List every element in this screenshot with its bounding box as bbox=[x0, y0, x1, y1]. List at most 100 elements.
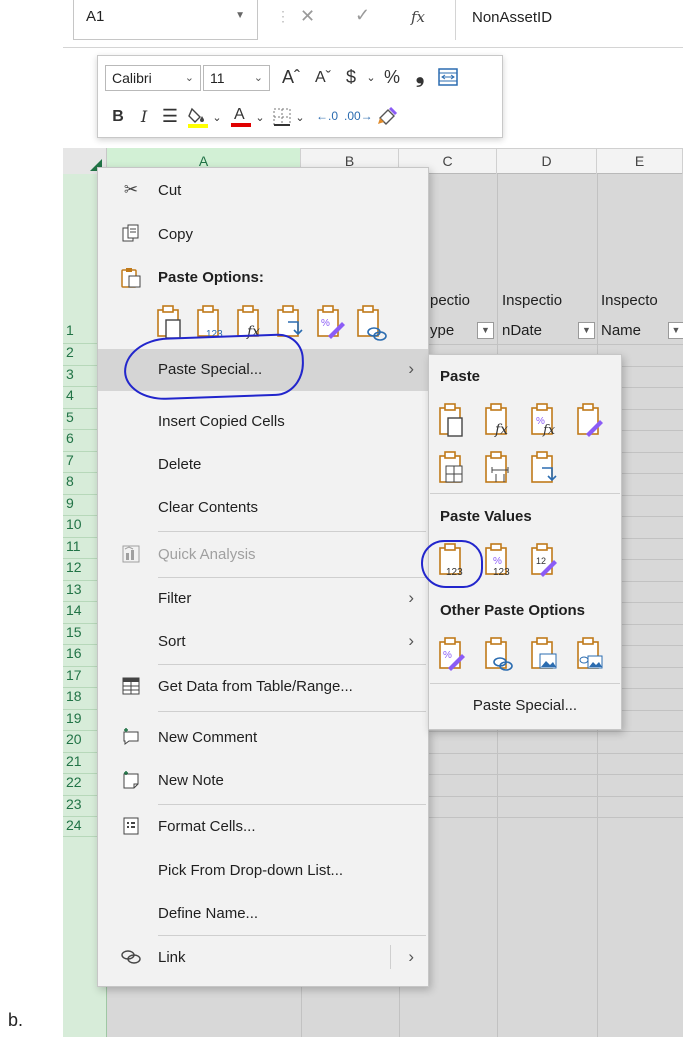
chevron-right-icon: › bbox=[408, 588, 414, 607]
menu-item-get-data[interactable]: Get Data from Table/Range... bbox=[98, 666, 428, 708]
submenu-paste-special-item[interactable]: Paste Special... bbox=[429, 690, 621, 726]
decrease-decimal-icon[interactable]: .00→ bbox=[344, 104, 373, 128]
column-header-d[interactable]: D bbox=[497, 148, 597, 174]
clipboard-icon bbox=[120, 267, 142, 289]
font-name-value: Calibri bbox=[112, 70, 152, 86]
menu-item-label: Filter bbox=[158, 590, 192, 607]
fill-color-icon[interactable] bbox=[186, 105, 210, 129]
menu-separator bbox=[158, 935, 426, 936]
font-size-select[interactable]: 11 ⌄ bbox=[203, 65, 270, 91]
values-number-formatting-icon[interactable]: %123 bbox=[485, 543, 510, 578]
menu-item-label: Pick From Drop-down List... bbox=[158, 862, 344, 879]
filter-dropdown-button[interactable]: ▼ bbox=[477, 322, 494, 339]
chevron-down-icon[interactable]: ⌄ bbox=[254, 106, 266, 130]
menu-item-filter[interactable]: Filter › bbox=[98, 578, 428, 620]
format-painter-icon[interactable] bbox=[376, 104, 400, 128]
column-header-e[interactable]: E bbox=[597, 148, 683, 174]
menu-item-cut[interactable]: ✂ Cut bbox=[98, 170, 428, 212]
format-cells-icon bbox=[120, 816, 142, 838]
comma-style-button[interactable]: ❟ bbox=[410, 63, 430, 87]
linked-picture-icon[interactable] bbox=[577, 637, 603, 669]
menu-item-pick-from-list[interactable]: Pick From Drop-down List... bbox=[98, 850, 428, 892]
name-box-value: A1 bbox=[86, 8, 105, 25]
paste-options-label: Paste Options: bbox=[158, 269, 264, 286]
chevron-right-icon[interactable]: › bbox=[408, 947, 414, 967]
cell-d1-text-bottom: nDate bbox=[502, 322, 543, 339]
cell-e1-text-top: Inspecto bbox=[601, 292, 658, 309]
paste-link-icon[interactable] bbox=[357, 305, 387, 341]
link-icon bbox=[120, 947, 142, 969]
insert-function-button[interactable]: fx bbox=[411, 8, 425, 26]
new-note-icon bbox=[120, 770, 142, 792]
svg-text:12: 12 bbox=[536, 556, 546, 566]
paste-formulas-number-format-icon[interactable]: %fx bbox=[531, 403, 556, 438]
menu-separator bbox=[158, 711, 426, 712]
submenu-paste-values-heading: Paste Values bbox=[440, 508, 532, 525]
values-source-formatting-icon[interactable]: 12 bbox=[531, 543, 557, 577]
formula-bar-divider bbox=[455, 0, 456, 40]
menu-item-define-name[interactable]: Define Name... bbox=[98, 893, 428, 935]
no-borders-icon[interactable] bbox=[439, 451, 463, 483]
borders-icon[interactable] bbox=[272, 107, 292, 127]
menu-separator bbox=[430, 493, 620, 494]
percent-format-button[interactable]: % bbox=[380, 65, 404, 89]
svg-text:%: % bbox=[443, 650, 452, 661]
paste-icon[interactable] bbox=[157, 305, 181, 339]
menu-separator bbox=[158, 664, 426, 665]
menu-item-copy[interactable]: Copy bbox=[98, 214, 428, 256]
annotation-circle bbox=[421, 540, 483, 588]
currency-format-button[interactable]: $ bbox=[340, 65, 362, 89]
chevron-down-icon[interactable]: ⌄ bbox=[294, 106, 306, 130]
chevron-down-icon[interactable]: ▼ bbox=[235, 10, 245, 21]
menu-item-new-note[interactable]: New Note bbox=[98, 760, 428, 802]
font-name-select[interactable]: Calibri ⌄ bbox=[105, 65, 201, 91]
paste-transpose-icon[interactable] bbox=[531, 451, 557, 483]
align-center-icon[interactable]: ☰ bbox=[159, 104, 181, 128]
font-color-icon[interactable]: A bbox=[230, 104, 252, 128]
cell-d1-text-top: Inspectio bbox=[502, 292, 563, 309]
increase-font-size-button[interactable]: Aˆ bbox=[278, 65, 304, 89]
cancel-icon[interactable]: ✕ bbox=[300, 6, 315, 27]
increase-decimal-icon[interactable]: ←.0 bbox=[314, 104, 340, 128]
merge-center-icon[interactable] bbox=[438, 67, 458, 87]
menu-item-link[interactable]: Link › bbox=[98, 937, 428, 979]
decrease-font-size-button[interactable]: Aˇ bbox=[310, 66, 336, 90]
paste-icon[interactable] bbox=[439, 403, 463, 437]
new-comment-icon bbox=[120, 727, 142, 749]
menu-item-clear-contents[interactable]: Clear Contents bbox=[98, 487, 428, 529]
menu-item-sort[interactable]: Sort › bbox=[98, 621, 428, 663]
submenu-paste-icons: fx % fx bbox=[436, 402, 622, 498]
annotation-circle bbox=[122, 332, 306, 402]
italic-button[interactable]: I bbox=[134, 105, 154, 129]
svg-text:fx: fx bbox=[542, 423, 556, 438]
chevron-down-icon[interactable]: ⌄ bbox=[211, 106, 223, 130]
menu-item-label: Copy bbox=[158, 226, 194, 243]
menu-item-new-comment[interactable]: New Comment bbox=[98, 717, 428, 759]
submenu-other-paste-icons: % bbox=[436, 636, 622, 676]
paste-picture-icon[interactable] bbox=[531, 637, 557, 669]
menu-item-delete[interactable]: Delete bbox=[98, 444, 428, 486]
chevron-down-icon: ⌄ bbox=[184, 72, 194, 84]
filter-dropdown-button[interactable]: ▼ bbox=[668, 322, 683, 339]
enter-check-icon[interactable]: ✓ bbox=[355, 5, 370, 26]
paste-formatting-icon[interactable]: % bbox=[317, 305, 345, 339]
name-box[interactable]: A1 ▼ bbox=[73, 0, 258, 40]
menu-item-label: Link bbox=[158, 949, 186, 966]
svg-text:123: 123 bbox=[493, 567, 510, 578]
menu-item-insert-copied-cells[interactable]: Insert Copied Cells bbox=[98, 401, 428, 443]
paste-transpose-icon[interactable] bbox=[277, 305, 303, 337]
menu-item-label: Format Cells... bbox=[158, 818, 256, 835]
menu-item-format-cells[interactable]: Format Cells... bbox=[98, 806, 428, 848]
caption-label: b. bbox=[8, 1010, 24, 1030]
keep-source-formatting-icon[interactable] bbox=[577, 403, 603, 437]
svg-text:%: % bbox=[493, 556, 502, 567]
paste-formatting-icon[interactable]: % bbox=[439, 637, 465, 671]
chevron-down-icon[interactable]: ⌄ bbox=[364, 66, 378, 90]
keep-column-widths-icon[interactable] bbox=[485, 451, 509, 483]
bold-button[interactable]: B bbox=[108, 105, 128, 129]
menu-item-label: New Note bbox=[158, 772, 224, 789]
paste-formulas-icon[interactable]: fx bbox=[485, 403, 508, 438]
filter-dropdown-button[interactable]: ▼ bbox=[578, 322, 595, 339]
paste-link-icon[interactable] bbox=[485, 637, 513, 671]
formula-input[interactable]: NonAssetID bbox=[472, 9, 552, 26]
